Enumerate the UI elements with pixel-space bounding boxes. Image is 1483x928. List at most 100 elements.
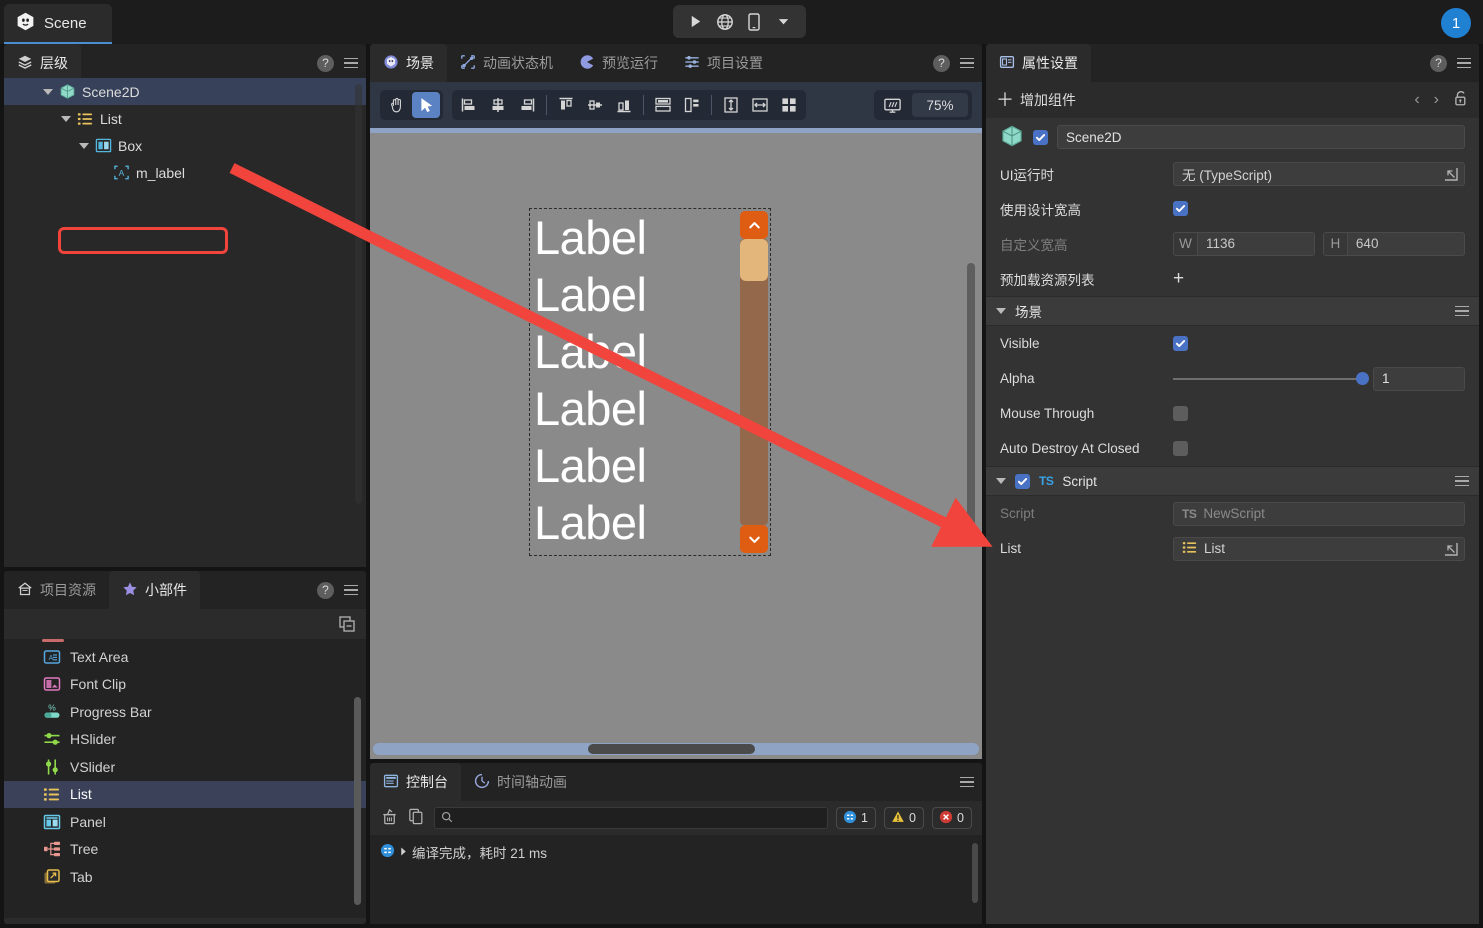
slider-knob[interactable] <box>1356 372 1369 385</box>
tab-project-resources[interactable]: 项目资源 <box>4 571 109 609</box>
tab-widgets[interactable]: 小部件 <box>109 571 200 609</box>
expand-icon[interactable] <box>399 845 408 860</box>
align-top-button[interactable] <box>552 92 580 118</box>
widget-item-progress-bar[interactable]: % Progress Bar <box>4 698 366 726</box>
distribute-horizontal-button[interactable] <box>678 92 706 118</box>
info-count-badge[interactable]: 1 <box>836 807 876 829</box>
widget-item-hslider[interactable]: HSlider <box>4 726 366 754</box>
widget-item-font-clip[interactable]: Font Clip <box>4 671 366 699</box>
chevron-left-icon[interactable]: ‹ <box>1414 91 1419 109</box>
tab-project-settings[interactable]: 项目设置 <box>671 44 776 82</box>
unlock-icon[interactable] <box>1453 90 1469 110</box>
script-enabled-checkbox[interactable] <box>1015 474 1030 489</box>
scrollbar-thumb[interactable] <box>588 744 755 754</box>
zoom-level-value[interactable]: 75% <box>912 93 968 117</box>
node-enabled-checkbox[interactable] <box>1033 130 1048 145</box>
widget-item-vslider[interactable]: VSlider <box>4 753 366 781</box>
tab-properties[interactable]: 属性设置 <box>986 44 1091 82</box>
list-widget-preview[interactable]: Label Label Label Label Label Label <box>529 208 771 556</box>
fit-width-button[interactable] <box>746 92 774 118</box>
add-preload-resource-button[interactable]: + <box>1173 269 1184 288</box>
help-icon[interactable]: ? <box>1430 55 1447 72</box>
scene-tab[interactable]: Scene <box>4 4 112 44</box>
widget-item-panel[interactable]: Panel <box>4 808 366 836</box>
height-field[interactable]: H 640 <box>1323 232 1465 256</box>
tab-timeline[interactable]: 时间轴动画 <box>461 763 580 801</box>
play-icon[interactable] <box>684 10 708 34</box>
distribute-vertical-button[interactable] <box>649 92 677 118</box>
node-name-field[interactable]: Scene2D <box>1057 125 1465 149</box>
console-scrollbar[interactable] <box>972 843 978 903</box>
notification-badge[interactable]: 1 <box>1441 8 1471 38</box>
hand-tool-button[interactable] <box>383 92 411 118</box>
caret-down-icon[interactable] <box>996 308 1006 314</box>
section-scene[interactable]: 场景 <box>986 296 1479 326</box>
chevron-right-icon[interactable]: › <box>1434 91 1439 109</box>
tab-hierarchy[interactable]: 层级 <box>4 44 81 82</box>
tab-console[interactable]: 控制台 <box>370 763 461 801</box>
caret-down-icon[interactable] <box>60 112 73 125</box>
help-icon[interactable]: ? <box>317 582 334 599</box>
widget-item-tree[interactable]: Tree <box>4 836 366 864</box>
trash-icon[interactable] <box>380 807 399 829</box>
use-design-size-checkbox[interactable] <box>1173 201 1188 216</box>
copy-icon[interactable] <box>407 807 426 829</box>
ui-runtime-field[interactable]: 无 (TypeScript) <box>1173 162 1465 186</box>
menu-icon[interactable] <box>1457 58 1471 69</box>
grid-layout-button[interactable] <box>775 92 803 118</box>
widget-item-text-area[interactable]: A Text Area <box>4 643 366 671</box>
tab-animation-state-machine[interactable]: 动画状态机 <box>447 44 566 82</box>
console-search-input[interactable] <box>459 811 821 825</box>
console-message-row[interactable]: 编译完成，耗时 21 ms <box>370 841 982 863</box>
widget-item-list[interactable]: List <box>4 781 366 809</box>
console-search[interactable] <box>434 807 828 829</box>
width-field[interactable]: W 1136 <box>1173 232 1315 256</box>
section-script[interactable]: TS Script <box>986 466 1479 496</box>
caret-down-icon[interactable] <box>996 478 1006 484</box>
tree-node-list[interactable]: List <box>4 105 366 132</box>
alpha-value-field[interactable]: 1 <box>1373 367 1465 391</box>
widgets-scrollbar[interactable] <box>354 697 361 905</box>
visible-checkbox[interactable] <box>1173 336 1188 351</box>
section-menu-icon[interactable] <box>1455 476 1469 487</box>
help-icon[interactable]: ? <box>933 55 950 72</box>
scene-canvas[interactable]: Label Label Label Label Label Label <box>370 128 982 759</box>
tree-node-box[interactable]: Box <box>4 132 366 159</box>
duplicate-panel-icon[interactable] <box>338 615 356 633</box>
chevron-down-icon[interactable] <box>740 525 768 553</box>
align-bottom-button[interactable] <box>610 92 638 118</box>
warn-count-badge[interactable]: 0 <box>884 807 924 829</box>
canvas-horizontal-scrollbar[interactable] <box>373 743 979 755</box>
scrollbar-thumb[interactable] <box>740 239 768 281</box>
widget-item-tab[interactable]: Tab <box>4 863 366 891</box>
align-left-button[interactable] <box>455 92 483 118</box>
monitor-icon[interactable] <box>878 92 906 118</box>
align-center-h-button[interactable] <box>484 92 512 118</box>
menu-icon[interactable] <box>960 58 974 69</box>
tree-node-m-label[interactable]: A m_label <box>4 159 366 186</box>
chevron-up-icon[interactable] <box>740 211 768 239</box>
fit-height-button[interactable] <box>717 92 745 118</box>
menu-icon[interactable] <box>960 777 974 788</box>
tab-preview-run[interactable]: 预览运行 <box>566 44 671 82</box>
scrollbar-track[interactable] <box>740 239 768 525</box>
tab-scene[interactable]: 场景 <box>370 44 447 82</box>
align-right-button[interactable] <box>513 92 541 118</box>
select-tool-button[interactable] <box>412 92 440 118</box>
error-count-badge[interactable]: 0 <box>932 807 972 829</box>
globe-icon[interactable] <box>713 10 737 34</box>
script-field[interactable]: TS NewScript <box>1173 502 1465 526</box>
alpha-slider[interactable] <box>1173 378 1363 380</box>
menu-icon[interactable] <box>344 58 358 69</box>
auto-destroy-checkbox[interactable] <box>1173 441 1188 456</box>
chevron-down-icon[interactable] <box>771 10 795 34</box>
menu-icon[interactable] <box>344 585 358 596</box>
align-middle-v-button[interactable] <box>581 92 609 118</box>
section-menu-icon[interactable] <box>1455 306 1469 317</box>
canvas-vertical-scrollbar[interactable] <box>967 263 975 527</box>
hierarchy-scrollbar[interactable] <box>355 84 362 504</box>
open-external-icon[interactable] <box>1443 541 1459 557</box>
caret-down-icon[interactable] <box>42 85 55 98</box>
open-external-icon[interactable] <box>1443 166 1459 182</box>
help-icon[interactable]: ? <box>317 55 334 72</box>
